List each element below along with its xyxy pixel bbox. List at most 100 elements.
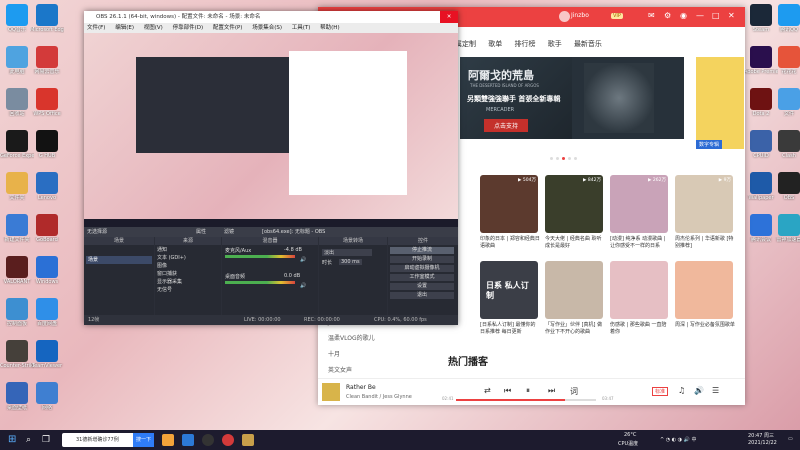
user-avatar[interactable] (559, 11, 570, 22)
virtual-camera-button[interactable]: 启动虚拟摄像机 (390, 265, 454, 272)
notification-icon[interactable]: ▭ (788, 436, 793, 442)
properties-button[interactable]: 属性 (196, 227, 206, 237)
sidebar-item[interactable]: 温柔VLOG的歌儿 (318, 331, 444, 347)
filters-button[interactable]: 滤镜 (224, 227, 234, 237)
desktop-icon[interactable]: Lenovo (30, 172, 64, 201)
app-task-icon[interactable] (242, 434, 254, 446)
album-cover[interactable] (322, 383, 340, 401)
desktop-icon[interactable]: 新建文件夹 (0, 214, 34, 243)
playlist-caption[interactable]: 伤感歌 | 那些歌曲 一直陪着你 (610, 322, 670, 336)
tray-icons[interactable]: ^ ◔ ◐ ◑ 🔊 中 (660, 436, 696, 443)
hot-podcast-title[interactable]: 热门播客 (448, 353, 488, 368)
source-item[interactable]: 通知 (157, 247, 223, 254)
volume-icon[interactable]: 🔊 (300, 257, 306, 263)
hero-banner[interactable]: 阿爾戈的荒島 THE DESERTED ISLAND OF ARGOS 另類雙強… (460, 57, 684, 139)
username[interactable]: Jinzbo (571, 12, 589, 19)
obs-task-icon[interactable] (202, 434, 214, 446)
clock-date[interactable]: 2021/12/22 (748, 440, 777, 446)
source-item[interactable]: 无信号 (157, 287, 223, 294)
duration-input[interactable]: 300 ms (339, 259, 362, 265)
playlist-card[interactable] (545, 261, 603, 319)
shuffle-icon[interactable]: ⇄ (484, 386, 491, 395)
desktop-icon[interactable]: Clash (772, 130, 800, 159)
cpu-temp-label[interactable]: CPU温度 (618, 440, 638, 447)
desktop-icon[interactable]: GoBoard (30, 214, 64, 243)
desktop-icon[interactable]: 控制面板 (0, 298, 34, 327)
scene-item[interactable]: 场景 (86, 256, 152, 264)
stop-stream-button[interactable]: 停止推流 (390, 247, 454, 254)
playlist-card[interactable]: ▶ 262万 (610, 175, 668, 233)
store-icon[interactable] (182, 434, 194, 446)
playlist-caption[interactable]: 周深 | 写作业必备氛围歌单 (675, 322, 735, 329)
menu-tools[interactable]: 工具(T) (292, 25, 311, 31)
desktop-icon[interactable]: TeamViewer (30, 340, 64, 369)
playlist-caption[interactable]: 「写作业」伙伴 [真机] 做作业下不开心的歌曲 (545, 322, 605, 336)
transition-select[interactable]: 淡出 (322, 249, 372, 256)
close-icon[interactable]: ✕ (728, 11, 735, 20)
playlist-card[interactable]: ▶ 842万 (545, 175, 603, 233)
window-capture-select[interactable]: [obs64.exe]: 无标题 - OBS (262, 227, 325, 237)
next-icon[interactable]: ⏭ (548, 386, 555, 396)
menu-scenes[interactable]: 场景集合(S) (252, 25, 282, 31)
playlist-caption[interactable]: 今天大佬 | 经典名曲 聆听成长是最好 (545, 236, 605, 250)
playlist-card[interactable] (610, 261, 668, 319)
desktop-icon[interactable]: 百度网盘 (30, 298, 64, 327)
nav-charts[interactable]: 排行榜 (514, 40, 535, 48)
start-icon[interactable]: ⊞ (8, 434, 20, 446)
clock-time[interactable]: 20:47 周三 (748, 432, 774, 439)
menu-help[interactable]: 帮助(H) (320, 25, 339, 31)
playlist-icon[interactable]: ☰ (712, 386, 719, 395)
desktop-icon[interactable]: 文件 (772, 88, 800, 117)
volume-icon[interactable]: 🔊 (694, 386, 704, 395)
minimize-icon[interactable]: — (696, 11, 704, 20)
search-button[interactable]: 搜一下 (132, 433, 154, 447)
menu-edit[interactable]: 编辑(E) (115, 25, 134, 31)
desktop-icon[interactable]: 花花花 (772, 46, 800, 75)
menu-docks[interactable]: 停靠部件(D) (173, 25, 204, 31)
desktop-icon[interactable]: 文件夹 (0, 172, 34, 201)
menu-profile[interactable]: 配置文件(P) (213, 25, 243, 31)
pause-icon[interactable]: ⏸ (526, 386, 530, 396)
desktop-icon[interactable]: G HUB (30, 130, 64, 159)
settings-button[interactable]: 设置 (390, 283, 454, 290)
nav-artists[interactable]: 歌手 (548, 40, 562, 48)
progress-bar[interactable] (456, 399, 596, 401)
track-artist[interactable]: Clean Bandit / Jess Glynne (346, 394, 412, 400)
obs-preview[interactable] (84, 33, 458, 227)
desktop-icon[interactable]: WPS Office (30, 88, 64, 117)
desktop-icon[interactable]: Microsoft Edge (30, 4, 64, 33)
start-record-button[interactable]: 开始录制 (390, 256, 454, 263)
desktop-icon[interactable]: 此电脑 (0, 46, 34, 75)
nav-newest[interactable]: 最新音乐 (574, 40, 602, 48)
exit-button[interactable]: 退出 (390, 292, 454, 299)
skin-icon[interactable]: ◉ (680, 11, 687, 20)
desktop-icon[interactable]: GeForce Experience (0, 130, 34, 159)
close-icon[interactable]: ✕ (440, 11, 458, 23)
explorer-icon[interactable] (162, 434, 174, 446)
effects-icon[interactable]: ♫ (678, 386, 685, 395)
music-task-icon[interactable] (222, 434, 234, 446)
source-item[interactable]: 图像 (157, 263, 223, 270)
source-item[interactable]: 显示器采集 (157, 279, 223, 286)
taskview-icon[interactable]: ❐ (42, 434, 54, 446)
obs-titlebar[interactable]: OBS 26.1.1 (64-bit, windows) - 配置文件: 未命名… (84, 11, 458, 23)
desktop-icon[interactable]: OBS (772, 172, 800, 201)
playlist-caption[interactable]: 周杰伦系列 | 华语新歌 [特别推荐] (675, 236, 735, 250)
playlist-card[interactable] (675, 261, 733, 319)
playlist-caption[interactable]: [日系私人订制] 最懂你的日系推荐 每日更新 (480, 322, 540, 336)
source-item[interactable]: 文本 (GDI+) (157, 255, 223, 262)
search-box[interactable]: 31德新增确诊77例 搜一下 (62, 433, 154, 447)
settings-icon[interactable]: ⚙ (664, 11, 671, 20)
desktop-icon[interactable]: VALORANT (0, 256, 34, 285)
playlist-card[interactable]: ▶ 504万 (480, 175, 538, 233)
playlist-card[interactable]: ▶ 9万 (675, 175, 733, 233)
mail-icon[interactable]: ✉ (648, 11, 655, 20)
nav-playlists[interactable]: 歌单 (488, 40, 502, 48)
sidebar-item[interactable]: 英文女声 (318, 363, 444, 379)
volume-icon[interactable]: 🔊 (300, 283, 306, 289)
playlist-caption[interactable]: [动漫] 纯净系 动漫歌曲 | 让你感受不一样的日系 (610, 236, 670, 250)
desktop-icon[interactable]: Windows (30, 256, 64, 285)
prev-icon[interactable]: ⏮ (504, 386, 511, 396)
lyric-icon[interactable]: 词 (570, 386, 578, 397)
desktop-icon[interactable]: 腾讯QQ (772, 4, 800, 33)
